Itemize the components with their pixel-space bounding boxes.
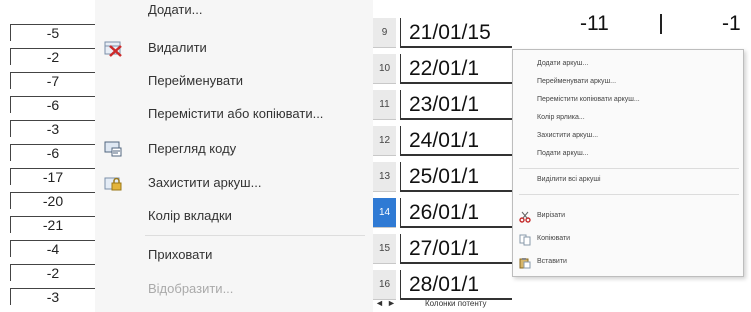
scroll-right-icon[interactable]: ► [387,298,396,308]
value-cell[interactable]: -6 [10,96,95,113]
copy-icon [519,233,531,246]
cell-divider [660,14,662,34]
submenu-item-rename-sheet[interactable]: Перейменувати аркуш... [537,78,616,85]
row-header[interactable]: 15 [373,234,396,264]
value-cell[interactable]: -6 [10,144,95,161]
menu-item-label: Захистити аркуш... [148,175,262,190]
value-cell[interactable]: -3 [10,120,95,137]
menu-item-protect-sheet[interactable]: Захистити аркуш... [95,168,373,198]
sheet-submenu: Додати аркуш... Перейменувати аркуш... П… [512,49,744,277]
view-code-icon [103,140,123,158]
scroll-left-icon[interactable]: ◄ [375,298,384,308]
value-cell[interactable]: -1 [722,12,741,36]
row-header[interactable]: 12 [373,126,396,156]
menu-separator [145,235,365,236]
value-cell[interactable]: -2 [10,48,95,65]
value-cell[interactable]: -21 [10,216,95,233]
menu-item-label: Перейменувати [148,73,244,88]
menu-item-label: Колір вкладки [148,208,232,223]
submenu-separator [519,194,739,195]
menu-item-label: Видалити [148,40,207,55]
value-cell[interactable]: -11 [580,12,609,36]
menu-item-hide[interactable]: Приховати [95,240,373,270]
date-cell[interactable]: 23/01/1 [400,90,512,120]
date-cell[interactable]: 26/01/1 [400,198,512,228]
row-header[interactable]: 11 [373,90,396,120]
menu-item-insert[interactable]: Додати... [95,0,373,30]
menu-item-unhide: Відобразити... [95,274,373,304]
row-header[interactable]: 16 [373,270,396,300]
sheet-tab-label[interactable]: Колонки потенту [425,299,487,308]
submenu-item-copy[interactable]: Копіювати [537,235,570,242]
value-cell[interactable]: -3 [10,288,95,305]
value-cell[interactable]: -4 [10,240,95,257]
menu-item-view-code[interactable]: Перегляд коду [95,134,373,164]
menu-item-rename[interactable]: Перейменувати [95,66,373,96]
value-cell[interactable]: -2 [10,264,95,281]
value-cell[interactable]: -17 [10,168,95,185]
menu-item-label: Перегляд коду [148,141,237,156]
menu-item-label: Перемістити або копіювати... [148,106,324,121]
cut-icon [519,210,531,223]
menu-item-label: Приховати [148,247,213,262]
left-values-column: -5 -2 -7 -6 -3 -6 -17 -20 -21 -4 -2 -3 [0,0,95,312]
value-cell[interactable]: -7 [10,72,95,89]
date-cell[interactable]: 24/01/1 [400,126,512,156]
date-cell[interactable]: 27/01/1 [400,234,512,264]
submenu-item-show-sheet[interactable]: Подати аркуш... [537,150,589,157]
menu-item-move-copy[interactable]: Перемістити або копіювати... [95,99,373,129]
menu-item-delete[interactable]: Видалити [95,33,373,63]
submenu-item-select-all-sheets[interactable]: Виділити всі аркуші [537,176,601,183]
sheet-tab-bar: ◄ ► Колонки потенту [373,298,623,312]
menu-item-label: Додати... [148,2,203,17]
sheet-tab-context-menu: Додати... Видалити Перейменувати Переміс… [95,0,373,312]
submenu-item-tab-color[interactable]: Колір ярлика... [537,114,585,121]
row-header[interactable]: 9 [373,18,396,48]
submenu-item-insert-sheet[interactable]: Додати аркуш... [537,60,588,67]
submenu-item-cut[interactable]: Вирізати [537,212,565,219]
submenu-item-paste[interactable]: Вставити [537,258,567,265]
submenu-item-move-copy-sheet[interactable]: Перемістити копіювати аркуш... [537,96,640,103]
paste-icon [519,256,531,269]
date-cell[interactable]: 25/01/1 [400,162,512,192]
submenu-item-protect-sheet[interactable]: Захистити аркуш... [537,132,598,139]
date-cell[interactable]: 28/01/1 [400,270,512,300]
submenu-separator [519,168,739,169]
value-cell[interactable]: -5 [10,24,95,41]
menu-item-label: Відобразити... [148,281,234,296]
date-cell[interactable]: 21/01/15 [400,18,512,48]
row-header[interactable]: 13 [373,162,396,192]
protect-sheet-icon [103,174,123,192]
menu-item-tab-color[interactable]: Колір вкладки [95,201,373,231]
row-header-selected[interactable]: 14 [373,198,396,228]
row-header[interactable]: 10 [373,54,396,84]
delete-sheet-icon [103,39,123,57]
value-cell[interactable]: -20 [10,192,95,209]
date-cell[interactable]: 22/01/1 [400,54,512,84]
